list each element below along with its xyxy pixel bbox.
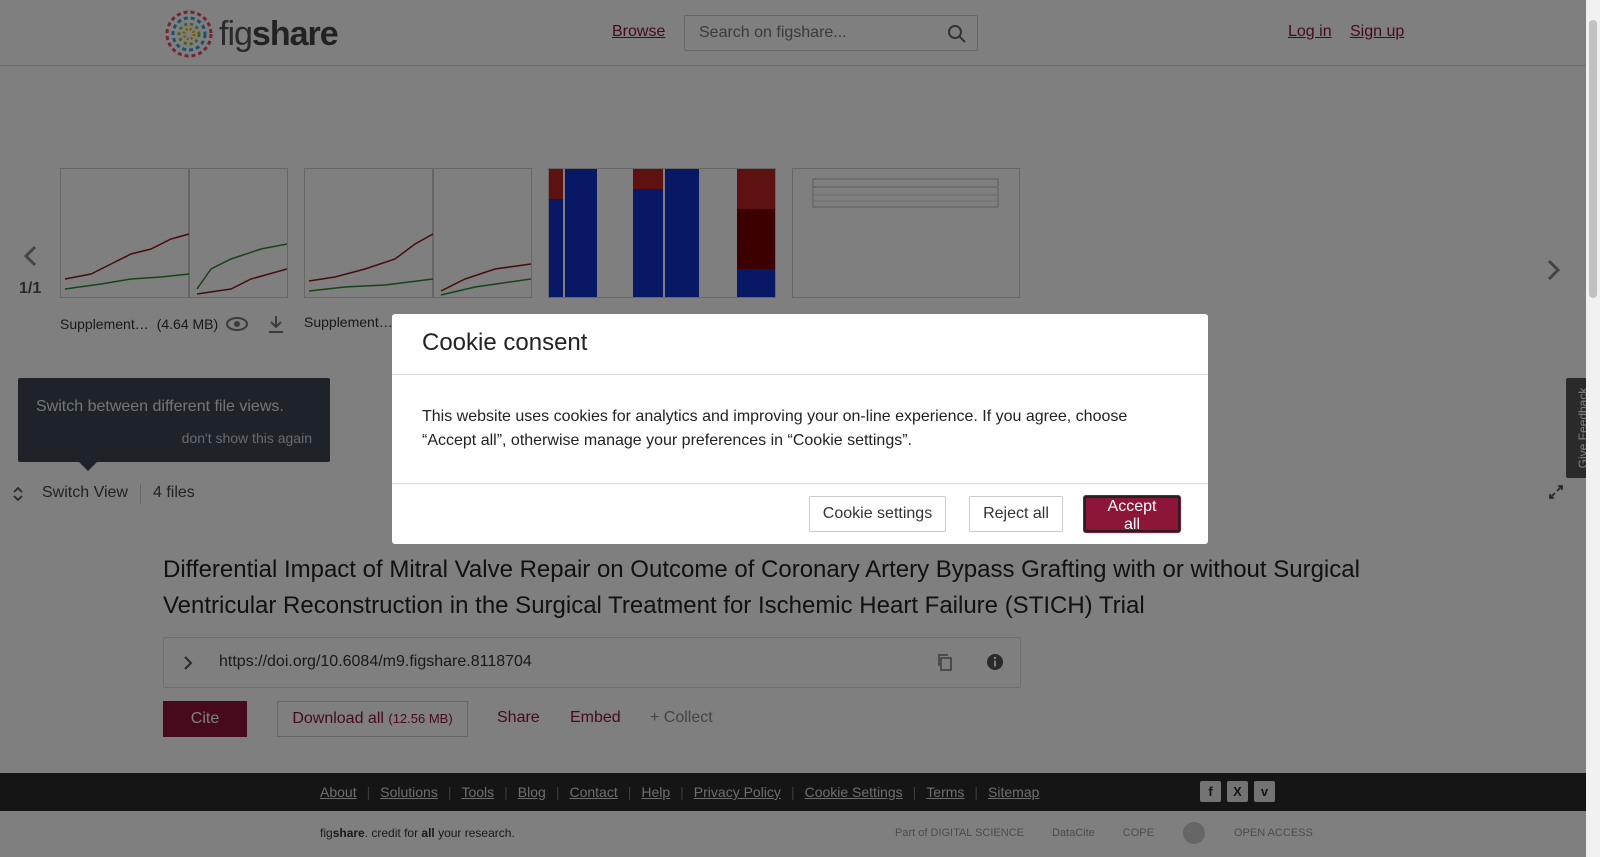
- cookie-settings-button[interactable]: Cookie settings: [809, 496, 946, 532]
- page-scrollbar[interactable]: [1586, 0, 1600, 857]
- cookie-consent-dialog: Cookie consent This website uses cookies…: [392, 314, 1208, 544]
- divider: [392, 483, 1208, 484]
- cookie-dialog-title: Cookie consent: [422, 329, 588, 356]
- cookie-dialog-body: This website uses cookies for analytics …: [422, 408, 1128, 449]
- accept-all-button[interactable]: Accept all: [1084, 496, 1180, 533]
- scrollbar-thumb[interactable]: [1589, 20, 1597, 298]
- divider: [392, 374, 1208, 375]
- reject-all-button[interactable]: Reject all: [969, 496, 1063, 532]
